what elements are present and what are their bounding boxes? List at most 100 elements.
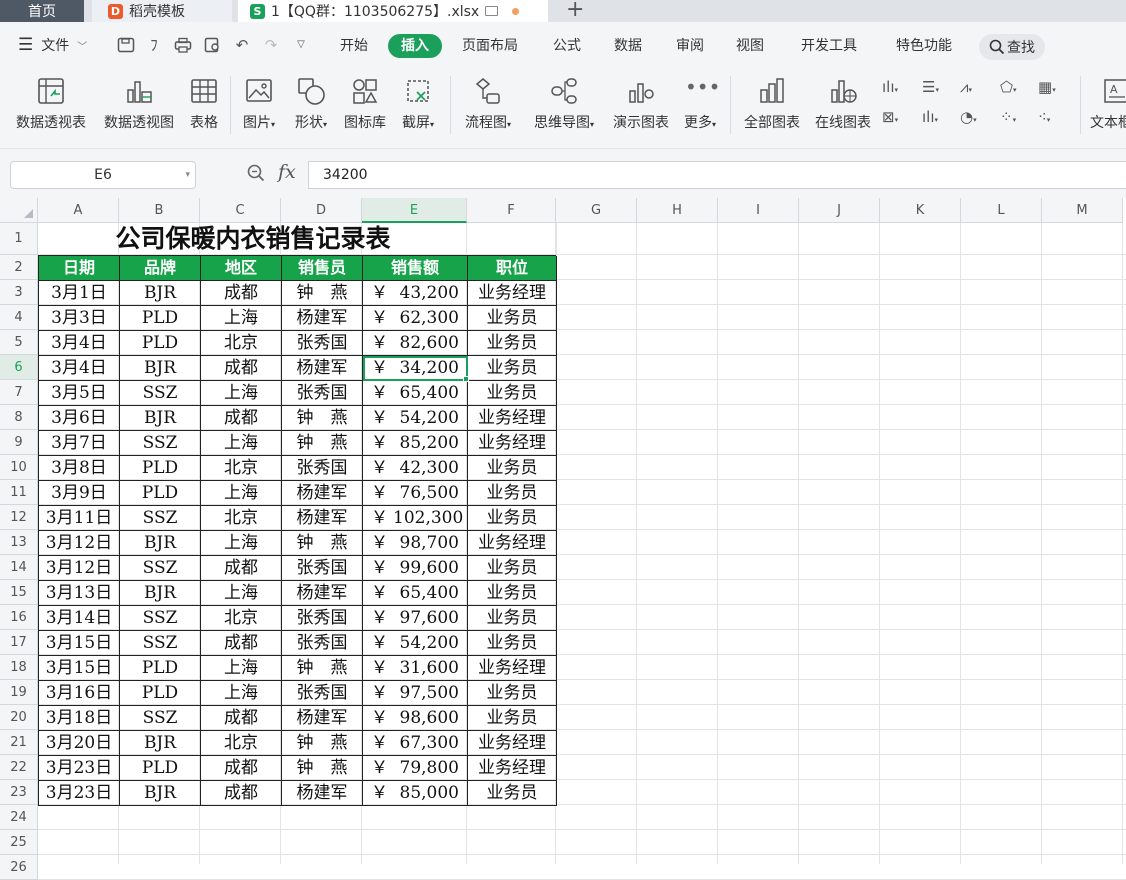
- position-cell[interactable]: 业务员: [467, 705, 557, 731]
- amount-cell[interactable]: ￥ 65,400: [362, 380, 468, 406]
- amount-cell[interactable]: ￥ 99,600: [362, 555, 468, 581]
- row-header-24[interactable]: 24: [0, 805, 38, 830]
- amount-cell[interactable]: ￥ 67,300: [362, 730, 468, 756]
- position-cell[interactable]: 业务员: [467, 355, 557, 381]
- file-menu-button[interactable]: ☰ 文件 ﹀: [18, 22, 87, 68]
- position-cell[interactable]: 业务员: [467, 605, 557, 631]
- salesperson-cell[interactable]: 张秀国: [281, 630, 363, 656]
- pie-chart-icon[interactable]: ◔▾: [960, 106, 988, 128]
- zoom-search-icon[interactable]: [247, 164, 265, 182]
- date-cell[interactable]: 3月8日: [38, 455, 120, 481]
- row-header-10[interactable]: 10: [0, 455, 38, 480]
- date-cell[interactable]: 3月4日: [38, 330, 120, 356]
- pivot-table-button[interactable]: 数据透视表: [10, 72, 92, 136]
- column-header-cell[interactable]: 品牌: [119, 255, 201, 281]
- chevron-down-icon[interactable]: ▾: [185, 162, 190, 188]
- region-cell[interactable]: 成都: [200, 780, 282, 806]
- salesperson-cell[interactable]: 杨建军: [281, 705, 363, 731]
- column-chart-icon[interactable]: ılı▾: [882, 76, 910, 98]
- column-header-cell[interactable]: 地区: [200, 255, 282, 281]
- region-cell[interactable]: 上海: [200, 380, 282, 406]
- date-cell[interactable]: 3月5日: [38, 380, 120, 406]
- online-charts-button[interactable]: 在线图表: [810, 72, 876, 136]
- bar-chart-icon[interactable]: ☰▾: [922, 76, 950, 98]
- region-cell[interactable]: 上海: [200, 480, 282, 506]
- salesperson-cell[interactable]: 张秀国: [281, 455, 363, 481]
- brand-cell[interactable]: BJR: [119, 730, 201, 756]
- tab-developer[interactable]: 开发工具: [794, 34, 864, 58]
- salesperson-cell[interactable]: 钟 燕: [281, 430, 363, 456]
- region-cell[interactable]: 北京: [200, 455, 282, 481]
- position-cell[interactable]: 业务员: [467, 780, 557, 806]
- column-header-d[interactable]: D: [281, 198, 362, 223]
- column-header-l[interactable]: L: [961, 198, 1042, 223]
- salesperson-cell[interactable]: 杨建军: [281, 480, 363, 506]
- date-cell[interactable]: 3月13日: [38, 580, 120, 606]
- row-header-23[interactable]: 23: [0, 780, 38, 805]
- brand-cell[interactable]: SSZ: [119, 605, 201, 631]
- row-header-17[interactable]: 17: [0, 630, 38, 655]
- region-cell[interactable]: 成都: [200, 280, 282, 306]
- more-button[interactable]: ••• 更多▾: [678, 72, 722, 136]
- salesperson-cell[interactable]: 钟 燕: [281, 280, 363, 306]
- amount-cell[interactable]: ￥ 65,400: [362, 580, 468, 606]
- salesperson-cell[interactable]: 杨建军: [281, 505, 363, 531]
- row-header-14[interactable]: 14: [0, 555, 38, 580]
- row-header-3[interactable]: 3: [0, 280, 38, 305]
- date-cell[interactable]: 3月15日: [38, 630, 120, 656]
- format-painter-icon[interactable]: ﾌ: [145, 37, 163, 53]
- amount-cell[interactable]: ￥ 34,200: [362, 355, 468, 381]
- region-cell[interactable]: 北京: [200, 505, 282, 531]
- radar-chart-icon[interactable]: ⬠▾: [1000, 76, 1028, 98]
- row-header-19[interactable]: 19: [0, 680, 38, 705]
- brand-cell[interactable]: SSZ: [119, 505, 201, 531]
- column-header-c[interactable]: C: [200, 198, 281, 223]
- row-header-26[interactable]: 26: [0, 855, 38, 880]
- all-charts-button[interactable]: 全部图表: [738, 72, 806, 136]
- salesperson-cell[interactable]: 张秀国: [281, 555, 363, 581]
- function-fx-icon[interactable]: fx: [278, 161, 296, 183]
- new-tab-plus-icon[interactable]: +: [566, 0, 584, 22]
- region-cell[interactable]: 上海: [200, 530, 282, 556]
- title-row-empty-cell[interactable]: [467, 223, 557, 256]
- salesperson-cell[interactable]: 张秀国: [281, 605, 363, 631]
- date-cell[interactable]: 3月23日: [38, 780, 120, 806]
- brand-cell[interactable]: BJR: [119, 280, 201, 306]
- quick-access-more-icon[interactable]: ▽: [292, 37, 310, 53]
- position-cell[interactable]: 业务经理: [467, 730, 557, 756]
- region-cell[interactable]: 上海: [200, 655, 282, 681]
- row-header-1[interactable]: 1: [0, 223, 38, 255]
- position-cell[interactable]: 业务员: [467, 505, 557, 531]
- tab-insert[interactable]: 插入: [388, 34, 442, 58]
- brand-cell[interactable]: PLD: [119, 305, 201, 331]
- row-header-15[interactable]: 15: [0, 580, 38, 605]
- region-cell[interactable]: 成都: [200, 630, 282, 656]
- date-cell[interactable]: 3月16日: [38, 680, 120, 706]
- area-chart-icon[interactable]: ▦▾: [1038, 76, 1066, 98]
- region-cell[interactable]: 成都: [200, 555, 282, 581]
- date-cell[interactable]: 3月14日: [38, 605, 120, 631]
- position-cell[interactable]: 业务员: [467, 305, 557, 331]
- position-cell[interactable]: 业务员: [467, 380, 557, 406]
- row-header-2[interactable]: 2: [0, 255, 38, 280]
- brand-cell[interactable]: PLD: [119, 455, 201, 481]
- row-header-9[interactable]: 9: [0, 430, 38, 455]
- row-header-11[interactable]: 11: [0, 480, 38, 505]
- column-header-b[interactable]: B: [119, 198, 200, 223]
- pivot-chart-button[interactable]: 数据透视图: [98, 72, 180, 136]
- amount-cell[interactable]: ￥ 42,300: [362, 455, 468, 481]
- brand-cell[interactable]: SSZ: [119, 380, 201, 406]
- brand-cell[interactable]: BJR: [119, 405, 201, 431]
- undo-icon[interactable]: ↶: [233, 37, 251, 53]
- row-header-7[interactable]: 7: [0, 380, 38, 405]
- position-cell[interactable]: 业务经理: [467, 430, 557, 456]
- formula-input[interactable]: 34200: [308, 161, 1126, 189]
- salesperson-cell[interactable]: 钟 燕: [281, 755, 363, 781]
- row-header-22[interactable]: 22: [0, 755, 38, 780]
- column-header-cell[interactable]: 销售员: [281, 255, 363, 281]
- date-cell[interactable]: 3月4日: [38, 355, 120, 381]
- position-cell[interactable]: 业务经理: [467, 280, 557, 306]
- row-header-20[interactable]: 20: [0, 705, 38, 730]
- region-cell[interactable]: 成都: [200, 355, 282, 381]
- region-cell[interactable]: 北京: [200, 330, 282, 356]
